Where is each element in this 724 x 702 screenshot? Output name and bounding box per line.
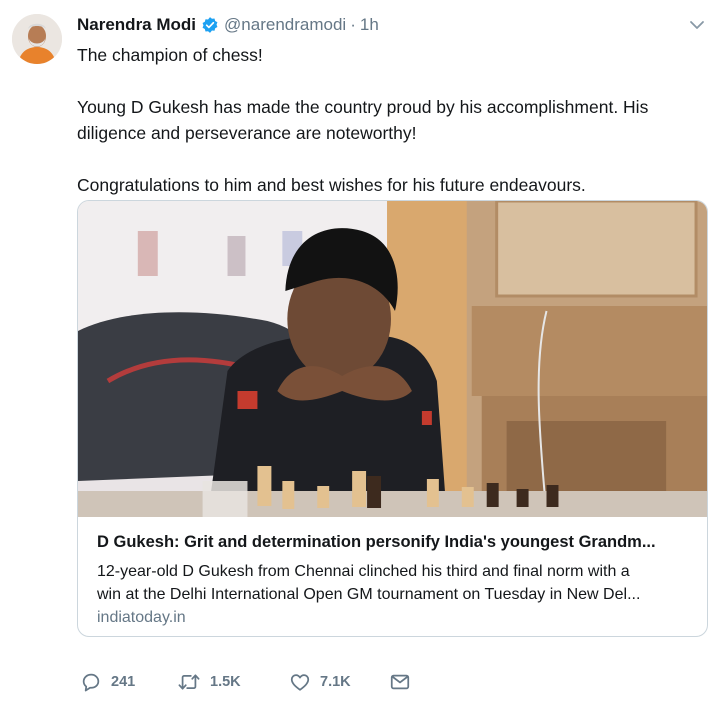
retweet-count: 1.5K [210,674,241,690]
link-card[interactable]: D Gukesh: Grit and determination personi… [77,200,708,637]
author-handle[interactable]: @narendramodi [224,15,346,35]
avatar[interactable] [12,14,62,64]
card-domain[interactable]: indiatoday.in [97,609,697,627]
card-image [78,201,707,517]
reply-button[interactable]: 241 [80,671,177,693]
card-description-line: win at the Delhi International Open GM t… [97,586,641,603]
tweet-paragraph: The champion of chess! [77,45,263,65]
tweet-text: The champion of chess! Young D Gukesh ha… [77,42,697,198]
tweet-actions: 241 1.5K 7.1K [80,670,429,694]
card-title[interactable]: D Gukesh: Grit and determination personi… [97,531,697,553]
separator-dot: · [350,15,356,34]
card-description: 12-year-old D Gukesh from Chennai clinch… [97,560,697,606]
timestamp[interactable]: 1h [360,15,379,35]
tweet: Narendra Modi @narendramodi · 1h The cha… [0,0,724,702]
like-button[interactable]: 7.1K [289,671,389,693]
author-name[interactable]: Narendra Modi [77,15,196,35]
card-body: D Gukesh: Grit and determination personi… [97,531,697,627]
retweet-icon [178,674,200,690]
retweet-button[interactable]: 1.5K [177,671,289,693]
envelope-icon [390,674,410,690]
reply-icon [82,673,100,692]
heart-icon [290,674,310,691]
tweet-header: Narendra Modi @narendramodi · 1h [77,14,379,36]
verified-badge-icon [201,16,219,34]
like-count: 7.1K [320,674,351,690]
direct-message-button[interactable] [389,671,429,693]
tweet-paragraph: Congratulations to him and best wishes f… [77,175,586,195]
chevron-down-icon[interactable] [689,18,705,36]
tweet-paragraph: Young D Gukesh has made the country prou… [77,97,649,143]
card-description-line: 12-year-old D Gukesh from Chennai clinch… [97,563,630,580]
reply-count: 241 [111,674,136,690]
